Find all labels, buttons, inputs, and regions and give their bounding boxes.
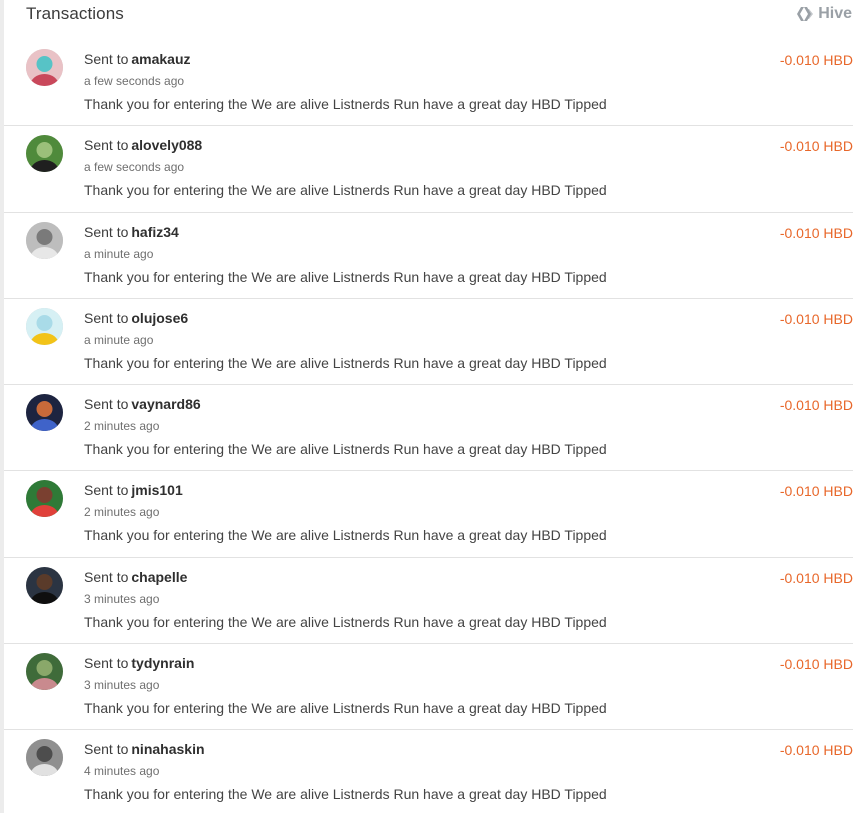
avatar[interactable]	[26, 135, 63, 173]
panel-title: Transactions	[26, 4, 124, 23]
recipient-link[interactable]: ninahaskin	[131, 741, 204, 757]
transaction-summary: Sent to jmis101	[84, 482, 183, 498]
direction-label: Sent to	[84, 51, 129, 67]
direction-label: Sent to	[84, 568, 129, 585]
amount: -0.010 HBD	[779, 569, 853, 586]
panel-header: Transactions Hive	[4, 0, 860, 30]
transaction-summary: Sent to alovely088	[84, 137, 202, 153]
transaction-summary: Sent to amakauz	[84, 51, 191, 67]
transaction-list: Sent to amakauz a few seconds ago Thank you…	[4, 40, 853, 813]
amount: -0.010 HBD	[779, 224, 853, 241]
timestamp: a few seconds ago	[84, 160, 185, 175]
timestamp: 3 minutes ago	[84, 678, 160, 693]
memo-text: Thank you for entering the We are alive …	[84, 700, 607, 717]
direction-label: Sent to	[84, 741, 129, 758]
transaction-row: Sent to tydynrain 3 minutes ago Thank you f…	[4, 644, 853, 731]
timestamp: 2 minutes ago	[84, 419, 160, 434]
direction-label: Sent to	[84, 309, 129, 326]
transaction-summary: Sent to vaynard86	[84, 396, 201, 412]
transaction-row: Sent to alovely088 a few seconds ago Thank …	[4, 126, 853, 213]
amount: -0.010 HBD	[779, 656, 853, 673]
memo-text: Thank you for entering the We are alive …	[84, 613, 607, 630]
amount: -0.010 HBD	[779, 310, 853, 327]
avatar[interactable]	[26, 307, 63, 345]
recipient-link[interactable]: hafiz34	[131, 224, 178, 240]
timestamp: 2 minutes ago	[84, 505, 160, 520]
transaction-row: Sent to jmis101 2 minutes ago Thank you for…	[4, 471, 853, 558]
transaction-row: Sent to olujose6 a minute ago Thank you for…	[4, 299, 853, 386]
direction-label: Sent to	[84, 137, 129, 154]
network-label: Hive	[818, 5, 852, 22]
avatar[interactable]	[26, 49, 63, 86]
memo-text: Thank you for entering the We are alive …	[84, 268, 607, 285]
avatar[interactable]	[26, 480, 63, 518]
amount: -0.010 HBD	[779, 138, 853, 155]
recipient-link[interactable]: vaynard86	[131, 396, 200, 412]
transaction-row: Sent to vaynard86 2 minutes ago Thank you f…	[4, 385, 853, 472]
transaction-summary: Sent to olujose6	[84, 310, 188, 326]
timestamp: a minute ago	[84, 332, 154, 347]
timestamp: a few seconds ago	[84, 74, 185, 88]
recipient-link[interactable]: tydynrain	[131, 655, 194, 671]
transaction-summary: Sent to tydynrain	[84, 655, 194, 671]
direction-label: Sent to	[84, 223, 129, 240]
transactions-panel: Transactions Hive Sent to amakauz a few se…	[0, 0, 860, 813]
amount: -0.010 HBD	[779, 52, 853, 68]
transaction-row: Sent to amakauz a few seconds ago Thank you…	[4, 40, 853, 127]
memo-text: Thank you for entering the We are alive …	[84, 527, 607, 544]
avatar[interactable]	[26, 221, 63, 259]
avatar[interactable]	[26, 566, 63, 604]
recipient-link[interactable]: jmis101	[131, 482, 182, 498]
avatar[interactable]	[26, 653, 63, 691]
transaction-summary: Sent to chapelle	[84, 569, 187, 585]
memo-text: Thank you for entering the We are alive …	[84, 96, 607, 112]
amount: -0.010 HBD	[779, 483, 853, 500]
memo-text: Thank you for entering the We are alive …	[84, 786, 607, 803]
recipient-link[interactable]: amakauz	[131, 51, 190, 67]
recipient-link[interactable]: chapelle	[131, 569, 187, 585]
timestamp: 4 minutes ago	[84, 764, 160, 779]
memo-text: Thank you for entering the We are alive …	[84, 354, 607, 371]
direction-label: Sent to	[84, 396, 129, 413]
timestamp: 3 minutes ago	[84, 591, 160, 606]
memo-text: Thank you for entering the We are alive …	[84, 441, 607, 458]
transaction-summary: Sent to hafiz34	[84, 224, 179, 240]
network-badge[interactable]: Hive	[795, 5, 852, 23]
transaction-summary: Sent to ninahaskin	[84, 741, 205, 757]
hive-icon	[795, 6, 815, 22]
recipient-link[interactable]: alovely088	[131, 137, 202, 153]
transaction-row: Sent to hafiz34 a minute ago Thank you for …	[4, 213, 853, 299]
avatar[interactable]	[26, 394, 63, 432]
timestamp: a minute ago	[84, 246, 154, 261]
transaction-row: Sent to chapelle 3 minutes ago Thank you fo…	[4, 558, 853, 645]
amount: -0.010 HBD	[779, 742, 853, 759]
avatar[interactable]	[26, 739, 63, 777]
transaction-row: Sent to ninahaskin 4 minutes ago Thank you …	[4, 730, 853, 813]
direction-label: Sent to	[84, 655, 129, 672]
memo-text: Thank you for entering the We are alive …	[84, 182, 607, 199]
direction-label: Sent to	[84, 482, 129, 499]
amount: -0.010 HBD	[779, 397, 853, 414]
recipient-link[interactable]: olujose6	[131, 310, 188, 326]
